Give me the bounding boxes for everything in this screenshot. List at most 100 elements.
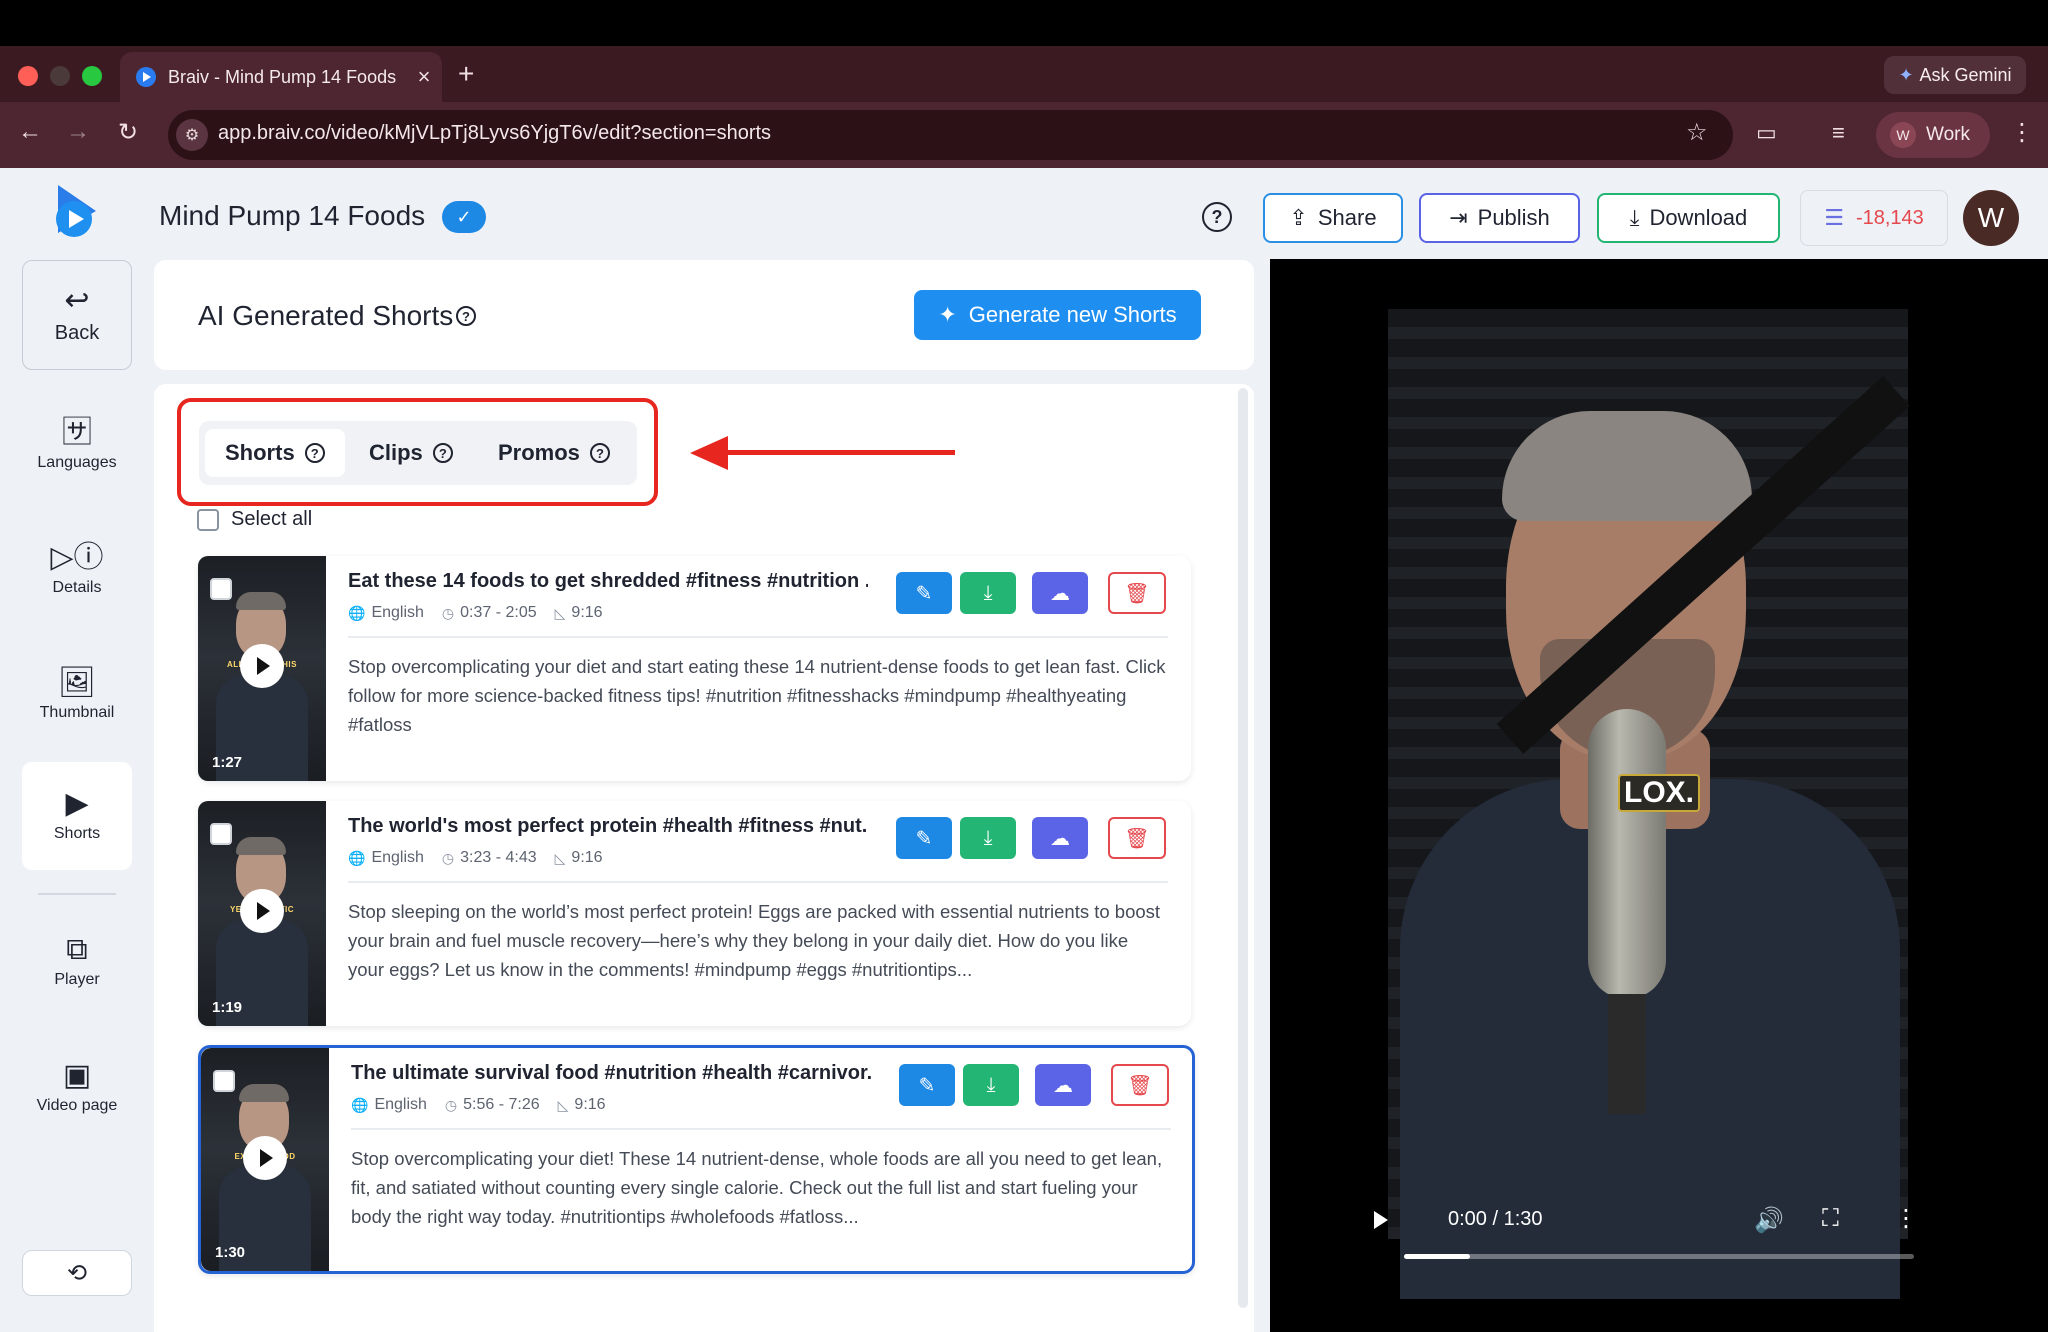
sidebar-item-shorts[interactable]: ▶ Shorts: [22, 762, 132, 870]
delete-button[interactable]: 🗑: [1108, 572, 1166, 614]
play-icon[interactable]: [243, 1136, 287, 1180]
forward-arrow-icon[interactable]: →: [66, 118, 90, 146]
short-title: The world's most perfect protein #health…: [348, 815, 868, 837]
short-card[interactable]: YEAH ... ASTIC 1:19 The world's most per…: [198, 801, 1191, 1026]
delete-button[interactable]: 🗑: [1111, 1064, 1169, 1106]
user-avatar[interactable]: W: [1963, 190, 2019, 246]
new-tab-button[interactable]: +: [458, 58, 474, 90]
short-range: 3:23 - 4:43: [460, 849, 537, 866]
short-card[interactable]: ALL RIGHT THIS 1:27 Eat these 14 foods t…: [198, 556, 1191, 781]
upload-button[interactable]: ☁: [1032, 817, 1088, 859]
video-more-icon[interactable]: ⋮: [1894, 1204, 1918, 1233]
profile-chip[interactable]: W Work: [1876, 112, 1990, 158]
tab-shorts[interactable]: Shorts ?: [205, 429, 345, 477]
section-title: AI Generated Shorts: [198, 300, 454, 331]
section-help-icon[interactable]: ?: [456, 306, 476, 326]
sidebar-item-thumbnail[interactable]: 🖼 Thumbnail: [22, 650, 132, 740]
upload-button[interactable]: ☁: [1035, 1064, 1091, 1106]
thumb-hair: [236, 592, 286, 610]
video-play-icon[interactable]: [1374, 1211, 1388, 1229]
card-divider: [348, 636, 1168, 638]
cloud-upload-icon: ☁: [1050, 827, 1070, 850]
upload-button[interactable]: ☁: [1032, 572, 1088, 614]
edit-button[interactable]: ✎: [896, 572, 952, 614]
clock-icon: ◷: [441, 604, 455, 621]
back-label: Back: [54, 321, 100, 344]
window-zoom-button[interactable]: [82, 66, 102, 86]
sidebar-item-languages[interactable]: 🈂 Languages: [22, 400, 132, 490]
credits-value: -18,143: [1855, 206, 1924, 229]
sparkle-icon: ✦: [938, 302, 957, 327]
url-text[interactable]: app.braiv.co/video/kMjVLpTj8Lyvs6YjgT6v/…: [218, 122, 771, 145]
sidebar-item-label: Thumbnail: [39, 704, 115, 721]
delete-button[interactable]: 🗑: [1108, 817, 1166, 859]
activity-button[interactable]: ⟲: [22, 1250, 132, 1296]
site-info-icon[interactable]: ⚙: [176, 119, 208, 151]
play-icon[interactable]: [240, 889, 284, 933]
media-controls-icon[interactable]: ≡: [1832, 120, 1845, 146]
short-checkbox[interactable]: [213, 1070, 235, 1092]
sidebar-item-label: Details: [52, 579, 102, 596]
tab-label: Promos: [498, 440, 580, 465]
browser-tab[interactable]: Braiv - Mind Pump 14 Foods ×: [120, 52, 442, 102]
sidebar-item-details[interactable]: ▷ⓘ Details: [22, 525, 132, 615]
share-button[interactable]: ⇪ Share: [1263, 193, 1403, 243]
edit-button[interactable]: ✎: [899, 1064, 955, 1106]
play-icon[interactable]: [240, 644, 284, 688]
ask-gemini-button[interactable]: ✦ Ask Gemini: [1884, 56, 2026, 94]
select-all-row[interactable]: Select all: [197, 508, 312, 531]
select-all-checkbox[interactable]: [197, 508, 219, 531]
sidebar-item-player[interactable]: ⧉ Player: [22, 917, 132, 1007]
short-checkbox[interactable]: [210, 823, 232, 845]
tab-label: Shorts: [225, 440, 295, 465]
generate-shorts-button[interactable]: ✦ Generate new Shorts: [914, 290, 1201, 340]
clock-icon: ◷: [444, 1096, 458, 1113]
video-progress-track[interactable]: [1404, 1254, 1914, 1259]
short-thumbnail[interactable]: YEAH ... ASTIC 1:19: [198, 801, 326, 1026]
browser-menu-icon[interactable]: ⋮: [2010, 118, 2034, 147]
window-close-button[interactable]: [18, 66, 38, 86]
bookmark-star-icon[interactable]: ☆: [1686, 118, 1708, 147]
help-icon[interactable]: ?: [589, 443, 610, 463]
braiv-logo-icon[interactable]: [50, 183, 102, 239]
download-icon: ⤓: [983, 826, 993, 849]
download-icon: ⤓: [986, 1073, 996, 1096]
cloud-upload-icon: ☁: [1053, 1074, 1073, 1097]
short-ratio: 9:16: [571, 604, 603, 621]
activity-icon: ⟲: [66, 1259, 88, 1287]
details-icon: ▷ⓘ: [50, 541, 104, 574]
short-thumbnail[interactable]: EXCE... GOOD 1:30: [201, 1048, 329, 1271]
thumbnail-icon: 🖼: [57, 666, 97, 699]
fullscreen-icon[interactable]: ⛶: [1822, 1205, 1839, 1233]
card-divider: [351, 1128, 1171, 1130]
short-checkbox[interactable]: [210, 578, 232, 600]
short-meta: 🌐 English ◷ 0:37 - 2:05 ◺ 9:16: [348, 604, 603, 622]
window-minimize-button[interactable]: [50, 66, 70, 86]
download-short-button[interactable]: ⤓: [960, 572, 1016, 614]
credits-badge[interactable]: ☰ -18,143: [1800, 190, 1948, 246]
download-button[interactable]: ⤓ Download: [1597, 193, 1780, 243]
edit-button[interactable]: ✎: [896, 817, 952, 859]
tab-clips[interactable]: Clips ?: [349, 429, 473, 477]
help-icon[interactable]: ?: [1202, 202, 1232, 232]
download-short-button[interactable]: ⤓: [963, 1064, 1019, 1106]
help-icon[interactable]: ?: [304, 443, 325, 463]
sidebar-item-video-page[interactable]: ▣ Video page: [22, 1043, 132, 1133]
short-thumbnail[interactable]: ALL RIGHT THIS 1:27: [198, 556, 326, 781]
publish-button[interactable]: ⇥ Publish: [1419, 193, 1580, 243]
annotation-arrow: [720, 450, 955, 455]
list-scrollbar[interactable]: [1238, 388, 1248, 1308]
volume-icon[interactable]: 🔊: [1754, 1206, 1784, 1235]
help-icon[interactable]: ?: [432, 443, 453, 463]
short-card-selected[interactable]: EXCE... GOOD 1:30 The ultimate survival …: [198, 1045, 1195, 1274]
back-arrow-icon[interactable]: ←: [18, 118, 42, 146]
cast-icon[interactable]: ▭: [1756, 120, 1777, 146]
tab-close-icon[interactable]: ×: [406, 64, 442, 90]
tab-promos[interactable]: Promos ?: [478, 429, 630, 477]
reload-icon[interactable]: ↻: [118, 118, 138, 147]
back-button[interactable]: ↩ Back: [22, 260, 132, 370]
video-page-icon: ▣: [62, 1059, 92, 1092]
video-player[interactable]: LOX. 0:00 / 1:30 🔊 ⛶ ⋮: [1270, 259, 2048, 1332]
profile-label: Work: [1926, 124, 1970, 145]
download-short-button[interactable]: ⤓: [960, 817, 1016, 859]
